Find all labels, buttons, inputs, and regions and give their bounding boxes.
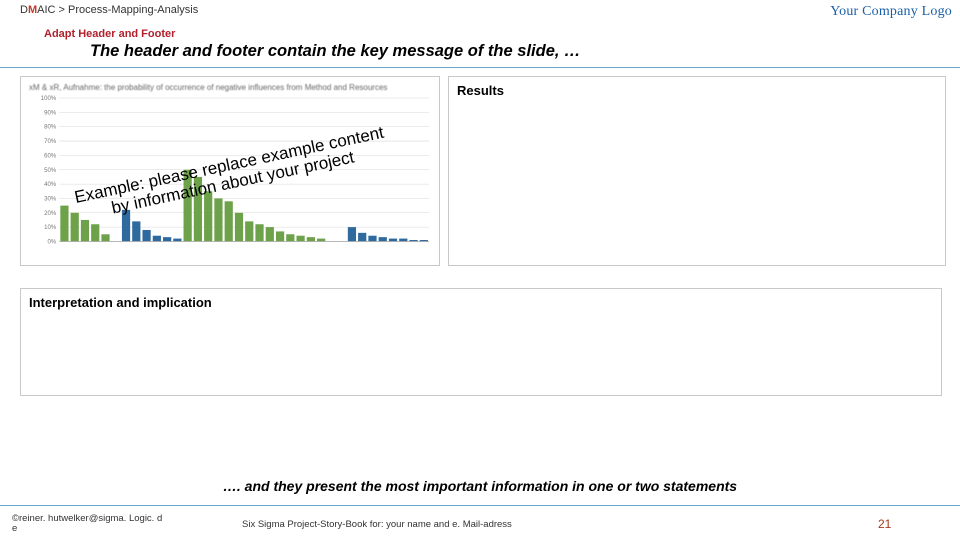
breadcrumb-D: D — [20, 4, 28, 16]
results-title: Results — [457, 83, 937, 98]
results-panel: Results — [448, 76, 946, 266]
divider-bottom — [0, 505, 960, 506]
interpretation-panel: Interpretation and implication — [20, 288, 942, 396]
breadcrumb: DMAIC > Process-Mapping-Analysis — [20, 4, 198, 16]
chart-area: 0%10%20%30%40%50%60%70%80%90%100% Exampl… — [29, 94, 433, 254]
company-logo: Your Company Logo — [830, 4, 952, 20]
svg-text:40%: 40% — [44, 182, 57, 188]
svg-text:70%: 70% — [44, 139, 57, 145]
chart-title-blurred: xM & xR, Aufnahme: the probability of oc… — [29, 83, 433, 92]
svg-text:30%: 30% — [44, 196, 57, 202]
chart-panel: xM & xR, Aufnahme: the probability of oc… — [20, 76, 440, 266]
svg-text:100%: 100% — [41, 96, 57, 102]
content-area: xM & xR, Aufnahme: the probability of oc… — [0, 68, 960, 396]
copyright-line2: e — [12, 524, 222, 534]
interpretation-title: Interpretation and implication — [29, 295, 933, 310]
top-bar: DMAIC > Process-Mapping-Analysis Your Co… — [0, 0, 960, 20]
svg-text:50%: 50% — [44, 168, 57, 174]
copyright-line1: ©reiner. hutwelker@sigma. Logic. d — [12, 514, 222, 524]
project-story-book-label: Six Sigma Project-Story-Book for: your n… — [222, 519, 838, 530]
slide-root: DMAIC > Process-Mapping-Analysis Your Co… — [0, 0, 960, 540]
svg-text:10%: 10% — [44, 225, 57, 231]
bottom-bar: ©reiner. hutwelker@sigma. Logic. d e Six… — [0, 514, 960, 534]
breadcrumb-M: M — [28, 4, 37, 16]
svg-text:20%: 20% — [44, 211, 57, 217]
row-chart-results: xM & xR, Aufnahme: the probability of oc… — [20, 76, 946, 266]
svg-text:60%: 60% — [44, 153, 57, 159]
svg-text:90%: 90% — [44, 110, 57, 116]
header-message: The header and footer contain the key me… — [90, 42, 960, 61]
breadcrumb-rest: AIC > Process-Mapping-Analysis — [37, 4, 198, 16]
adapt-header-footer-label: Adapt Header and Footer — [44, 28, 960, 40]
page-number: 21 — [838, 517, 948, 531]
svg-text:0%: 0% — [48, 239, 57, 245]
svg-text:80%: 80% — [44, 125, 57, 131]
copyright: ©reiner. hutwelker@sigma. Logic. d e — [12, 514, 222, 534]
footer-message: …. and they present the most important i… — [0, 478, 960, 494]
